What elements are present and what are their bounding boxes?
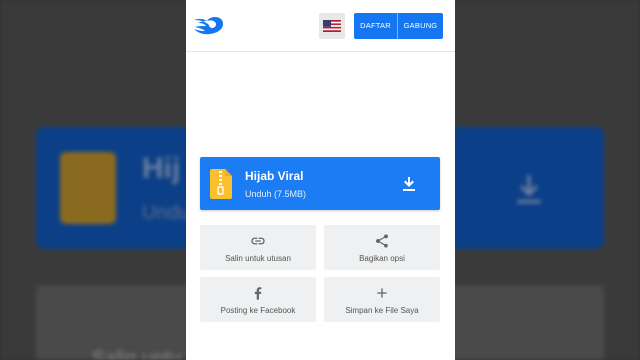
share-icon (376, 233, 388, 248)
copy-link-button[interactable]: Salin untuk utusan (200, 225, 316, 270)
mediafire-logo-icon[interactable] (192, 14, 226, 38)
facebook-icon (254, 286, 262, 300)
backdrop-text: Salin untu (92, 348, 181, 360)
facebook-post-label: Posting ke Facebook (220, 305, 296, 315)
header: DAFTAR GABUNG (186, 0, 455, 52)
file-name: Hijab Viral (245, 168, 304, 183)
copy-link-label: Salin untuk utusan (225, 253, 291, 263)
download-icon (403, 176, 415, 191)
gabung-button[interactable]: GABUNG (398, 12, 443, 39)
language-selector[interactable] (319, 12, 345, 39)
save-to-my-files-label: Simpan ke File Saya (345, 305, 419, 315)
plus-icon (377, 287, 387, 298)
us-flag-icon (323, 19, 341, 32)
backdrop-zip-icon (60, 152, 116, 224)
backdrop-title: Hij (142, 152, 181, 185)
share-label: Bagikan opsi (359, 253, 405, 263)
action-grid: Salin untuk utusan Bagikan opsi Posting … (200, 225, 440, 322)
download-size-label: Unduh (7.5MB) (245, 188, 307, 199)
save-to-my-files-button[interactable]: Simpan ke File Saya (324, 277, 440, 322)
zip-file-icon (210, 168, 232, 199)
share-button[interactable]: Bagikan opsi (324, 225, 440, 270)
facebook-post-button[interactable]: Posting ke Facebook (200, 277, 316, 322)
daftar-button[interactable]: DAFTAR (354, 12, 398, 39)
mobile-page: DAFTAR GABUNG Hijab Viral Unduh (7.5MB) (186, 0, 455, 360)
backdrop-download-icon (517, 175, 541, 204)
link-icon (251, 237, 265, 244)
download-button[interactable]: Hijab Viral Unduh (7.5MB) (200, 157, 440, 210)
